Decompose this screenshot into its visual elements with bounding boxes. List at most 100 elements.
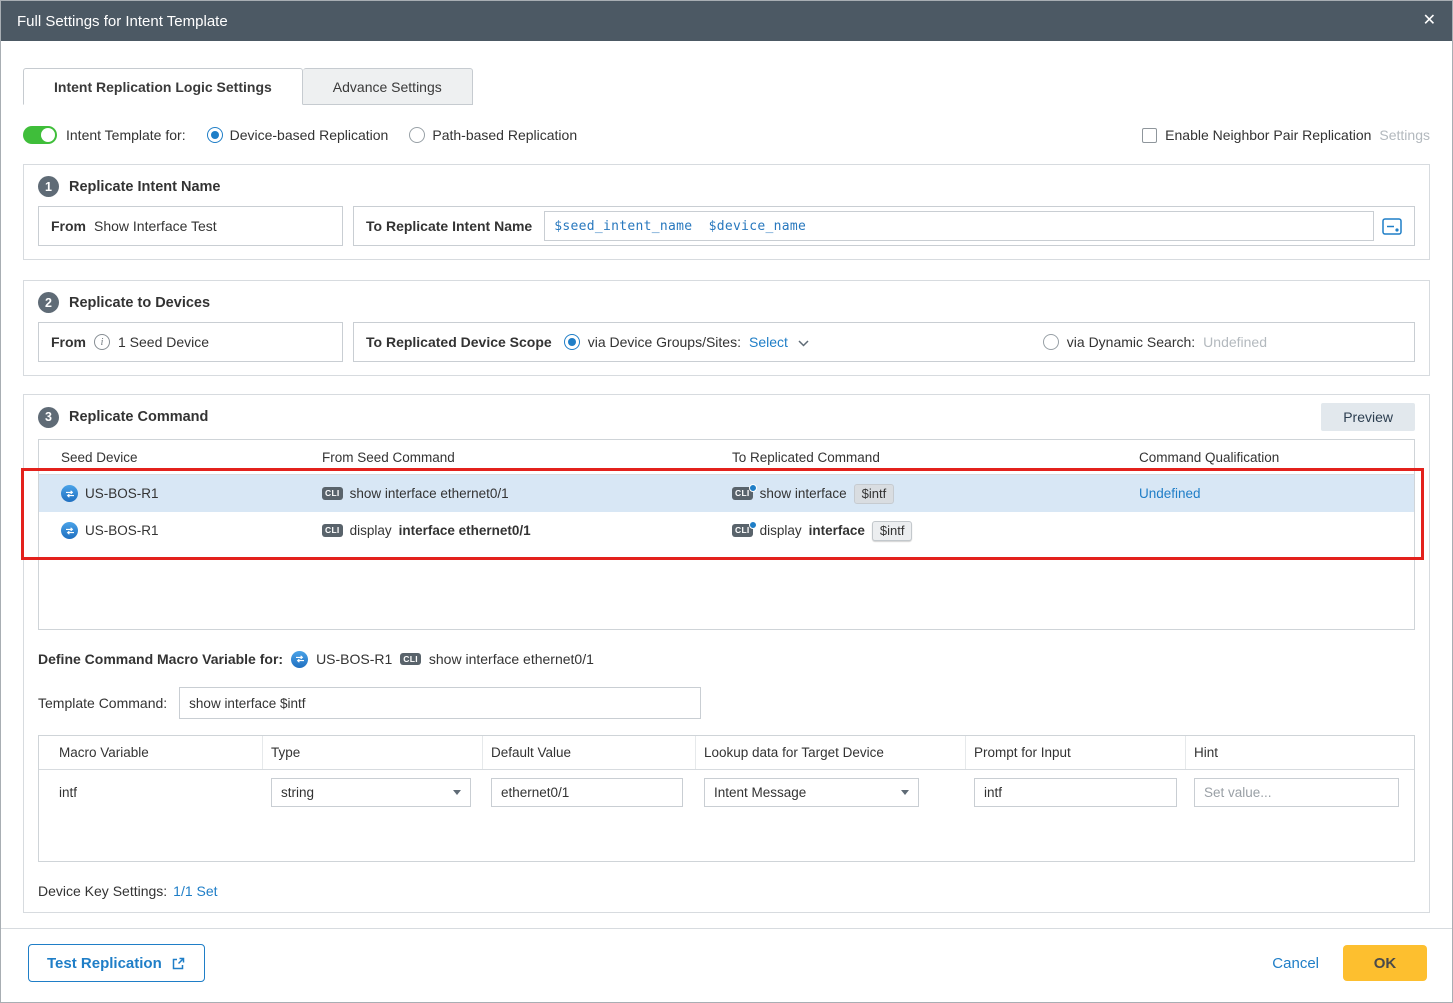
tab-bar: Intent Replication Logic Settings Advanc…	[23, 68, 1430, 105]
insert-variable-icon[interactable]	[1382, 218, 1402, 235]
radio-label: Path-based Replication	[432, 127, 577, 143]
footer-divider	[1, 928, 1452, 929]
prompt-for-input-field[interactable]	[974, 778, 1177, 807]
radio-device-based-replication[interactable]: Device-based Replication	[207, 127, 389, 143]
dialog-title: Full Settings for Intent Template	[17, 13, 228, 30]
chevron-down-icon	[453, 790, 461, 795]
command-qualification-link[interactable]: Undefined	[1139, 486, 1201, 501]
section-replicate-command: 3 Replicate Command Preview Seed Device …	[23, 394, 1430, 913]
macro-variable-chip[interactable]: $intf	[854, 484, 895, 504]
macro-variable-chip[interactable]: $intf	[872, 521, 913, 541]
neighbor-settings-link[interactable]: Settings	[1379, 127, 1430, 143]
hint-input[interactable]	[1194, 778, 1399, 807]
table-row[interactable]: US-BOS-R1 CLI display interface ethernet…	[39, 512, 1414, 549]
cli-badge: CLI	[322, 487, 343, 500]
section-title: Replicate Command	[69, 409, 208, 425]
external-link-icon	[171, 956, 186, 971]
command-table-empty-area	[39, 549, 1414, 629]
section-title: Replicate to Devices	[69, 295, 210, 311]
cli-badge: CLI	[732, 487, 753, 500]
test-replication-label: Test Replication	[47, 955, 162, 972]
section-number-badge: 2	[38, 292, 59, 313]
section-title: Replicate Intent Name	[69, 179, 221, 195]
default-value-input[interactable]	[491, 778, 683, 807]
section-number-badge: 3	[38, 407, 59, 428]
type-select[interactable]: string	[271, 778, 471, 807]
intent-name-to-box: To Replicate Intent Name	[353, 206, 1415, 246]
device-icon	[291, 651, 308, 668]
from-label: From	[51, 218, 86, 234]
radio-via-device-groups[interactable]	[564, 334, 580, 350]
device-key-settings-label: Device Key Settings:	[38, 883, 167, 899]
intent-name-from-box: From Show Interface Test	[38, 206, 343, 246]
from-seed-command: show interface ethernet0/1	[350, 486, 509, 501]
preview-button[interactable]: Preview	[1321, 403, 1415, 431]
command-table-header: Seed Device From Seed Command To Replica…	[39, 440, 1414, 475]
col-header-default-value: Default Value	[483, 736, 696, 769]
neighbor-pair-group: Enable Neighbor Pair Replication Setting…	[1142, 127, 1430, 143]
radio-icon	[207, 127, 223, 143]
col-header-from-seed-command: From Seed Command	[314, 450, 724, 465]
macro-table-header: Macro Variable Type Default Value Lookup…	[39, 736, 1414, 770]
col-header-command-qualification: Command Qualification	[1129, 450, 1414, 465]
full-settings-dialog: Full Settings for Intent Template ✕ Inte…	[0, 0, 1453, 1003]
via-device-groups-label: via Device Groups/Sites:	[588, 334, 741, 350]
tab-intent-replication-logic-settings[interactable]: Intent Replication Logic Settings	[23, 68, 303, 105]
intent-template-toggle[interactable]	[23, 126, 57, 144]
cancel-button[interactable]: Cancel	[1272, 955, 1319, 972]
device-name: US-BOS-R1	[85, 523, 159, 538]
dialog-titlebar: Full Settings for Intent Template ✕	[1, 1, 1452, 41]
col-header-hint: Hint	[1186, 736, 1414, 769]
cli-badge: CLI	[322, 524, 343, 537]
to-replicated-command-emphasis: interface	[809, 523, 865, 538]
template-for-label: Intent Template for:	[66, 127, 186, 143]
device-name: US-BOS-R1	[85, 486, 159, 501]
to-replicated-command-prefix: display	[760, 523, 802, 538]
dialog-footer: Test Replication Cancel OK	[1, 944, 1452, 982]
ok-button[interactable]: OK	[1343, 945, 1427, 981]
cli-badge: CLI	[400, 653, 421, 666]
enable-neighbor-pair-checkbox[interactable]	[1142, 128, 1157, 143]
template-command-input[interactable]	[179, 687, 701, 719]
template-command-label: Template Command:	[38, 695, 167, 711]
seed-intent-name: Show Interface Test	[94, 218, 217, 234]
col-header-prompt-for-input: Prompt for Input	[966, 736, 1186, 769]
device-key-settings-row: Device Key Settings: 1/1 Set	[38, 881, 1415, 911]
chevron-down-icon	[901, 790, 909, 795]
type-select-value: string	[281, 785, 314, 800]
radio-via-dynamic-search[interactable]	[1043, 334, 1059, 350]
from-seed-command-emphasis: interface ethernet0/1	[399, 523, 531, 538]
template-command-row: Template Command:	[38, 686, 1415, 720]
tab-advance-settings[interactable]: Advance Settings	[303, 68, 473, 105]
macro-device-name: US-BOS-R1	[316, 651, 392, 667]
macro-variable-row: intf string Intent Message	[39, 770, 1414, 815]
col-header-type: Type	[263, 736, 483, 769]
table-row[interactable]: US-BOS-R1 CLI show interface ethernet0/1…	[39, 475, 1414, 512]
col-header-seed-device: Seed Device	[39, 450, 314, 465]
device-key-set-link[interactable]: 1/1 Set	[173, 883, 217, 899]
section-replicate-to-devices: 2 Replicate to Devices From i 1 Seed Dev…	[23, 280, 1430, 376]
macro-table-empty-area	[39, 815, 1414, 861]
test-replication-button[interactable]: Test Replication	[28, 944, 205, 982]
replicate-intent-name-input[interactable]	[544, 211, 1374, 241]
select-device-groups-link[interactable]: Select	[749, 334, 788, 350]
define-macro-label: Define Command Macro Variable for:	[38, 651, 283, 667]
to-replicated-command: show interface	[760, 486, 847, 501]
from-seed-command-prefix: display	[350, 523, 392, 538]
close-icon[interactable]: ✕	[1423, 13, 1436, 29]
lookup-data-select[interactable]: Intent Message	[704, 778, 919, 807]
device-icon	[61, 522, 78, 539]
lookup-select-value: Intent Message	[714, 785, 806, 800]
info-icon[interactable]: i	[94, 334, 110, 350]
section-replicate-intent-name: 1 Replicate Intent Name From Show Interf…	[23, 164, 1430, 260]
replicate-command-table: Seed Device From Seed Command To Replica…	[38, 439, 1415, 630]
dynamic-search-value: Undefined	[1203, 334, 1267, 350]
to-replicate-intent-name-label: To Replicate Intent Name	[366, 218, 532, 234]
neighbor-pair-label: Enable Neighbor Pair Replication	[1165, 127, 1371, 143]
macro-variable-name: intf	[59, 785, 77, 800]
section-number-badge: 1	[38, 176, 59, 197]
col-header-lookup-data: Lookup data for Target Device	[696, 736, 966, 769]
device-scope-box: To Replicated Device Scope via Device Gr…	[353, 322, 1415, 362]
device-icon	[61, 485, 78, 502]
radio-path-based-replication[interactable]: Path-based Replication	[409, 127, 577, 143]
